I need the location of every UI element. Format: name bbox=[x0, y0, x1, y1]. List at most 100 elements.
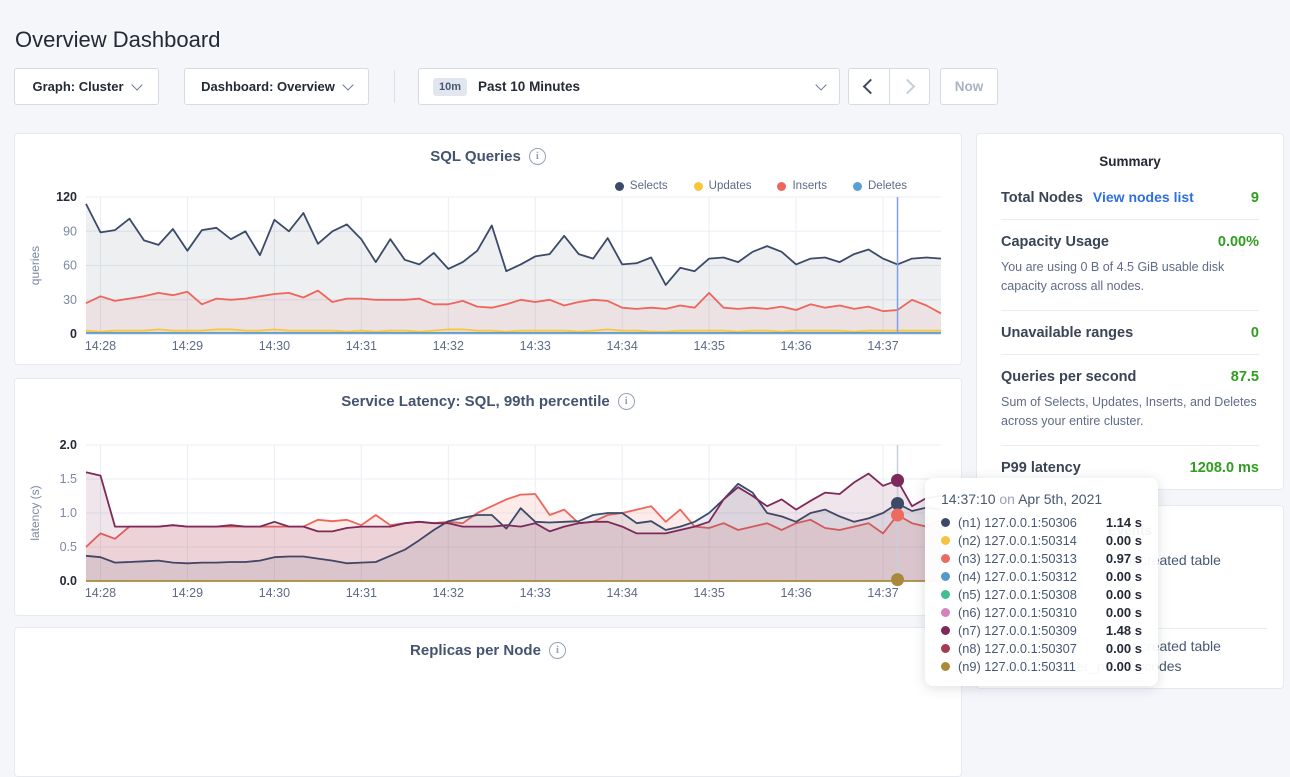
summary-item-value: 1208.0 ms bbox=[1190, 460, 1259, 476]
svg-text:14:36: 14:36 bbox=[780, 586, 811, 600]
view-nodes-list-link[interactable]: View nodes list bbox=[1093, 189, 1194, 205]
graph-dropdown[interactable]: Graph: Cluster bbox=[14, 68, 159, 105]
summary-item-value: 0.00% bbox=[1218, 234, 1259, 250]
tooltip-date: Apr 5th, 2021 bbox=[1018, 491, 1102, 507]
svg-text:14:35: 14:35 bbox=[693, 339, 724, 353]
svg-text:14:31: 14:31 bbox=[346, 586, 377, 600]
svg-text:14:37: 14:37 bbox=[867, 586, 898, 600]
series-dot-icon bbox=[941, 536, 950, 545]
tooltip-node-row: (n2) 127.0.0.1:50314 0.00 s bbox=[941, 531, 1142, 549]
summary-item-subtext: You are using 0 B of 4.5 GiB usable disk… bbox=[1001, 258, 1259, 297]
summary-item-label: P99 latency bbox=[1001, 460, 1081, 476]
service-latency-card: Service Latency: SQL, 99th percentile 14… bbox=[14, 378, 962, 616]
tooltip-timestamp: 14:37:10 on Apr 5th, 2021 bbox=[941, 491, 1142, 507]
next-time-button[interactable] bbox=[890, 69, 930, 104]
page-title: Overview Dashboard bbox=[15, 27, 220, 53]
time-pager bbox=[848, 68, 930, 105]
sql-queries-chart[interactable]: 14:2814:2914:3014:3114:3214:3314:3414:35… bbox=[15, 134, 963, 366]
chevron-down-icon bbox=[342, 79, 353, 90]
tooltip-node-row: (n8) 127.0.0.1:503070.00 s bbox=[941, 639, 1142, 657]
series-dot-icon bbox=[941, 644, 950, 653]
summary-item-value: 9 bbox=[1251, 190, 1259, 206]
svg-text:90: 90 bbox=[63, 224, 77, 238]
graph-dropdown-label: Graph: Cluster bbox=[32, 79, 123, 94]
tooltip-node-value: 0.00 s bbox=[1106, 659, 1142, 674]
svg-text:2.0: 2.0 bbox=[60, 438, 77, 452]
chevron-down-icon bbox=[815, 79, 826, 90]
summary-item-value: 87.5 bbox=[1231, 369, 1259, 385]
series-dot-icon bbox=[941, 608, 950, 617]
tooltip-node-value: 0.97 s bbox=[1106, 551, 1142, 566]
tooltip-node-value: 0.00 s bbox=[1106, 569, 1142, 584]
tooltip-node-label: (n8) 127.0.0.1:50307 bbox=[958, 641, 1077, 656]
svg-text:14:33: 14:33 bbox=[520, 586, 551, 600]
svg-text:60: 60 bbox=[63, 259, 77, 273]
summary-item-label: Total Nodes bbox=[1001, 190, 1083, 206]
svg-text:queries: queries bbox=[28, 246, 42, 285]
replicas-per-node-card: Replicas per Node bbox=[14, 627, 962, 777]
summary-panel: Summary Total Nodes View nodes list 9 Capac… bbox=[976, 133, 1284, 490]
summary-item-label: Unavailable ranges bbox=[1001, 325, 1133, 341]
chart-title: Replicas per Node bbox=[410, 642, 541, 659]
svg-text:14:35: 14:35 bbox=[693, 586, 724, 600]
now-button-label: Now bbox=[955, 79, 984, 94]
info-icon[interactable] bbox=[549, 642, 566, 659]
series-dot-icon bbox=[941, 662, 950, 671]
tooltip-node-row: (n5) 127.0.0.1:50308 0.00 s bbox=[941, 585, 1142, 603]
svg-text:14:29: 14:29 bbox=[172, 339, 203, 353]
tooltip-time: 14:37:10 bbox=[941, 491, 996, 507]
summary-item-label: Capacity Usage bbox=[1001, 234, 1109, 250]
overview-dashboard-page: Overview Dashboard Graph: Cluster Dashbo… bbox=[0, 0, 1290, 689]
service-latency-chart[interactable]: 14:2814:2914:3014:3114:3214:3314:3414:35… bbox=[15, 379, 963, 617]
time-range-badge: 10m bbox=[433, 78, 467, 96]
time-range-dropdown[interactable]: 10m Past 10 Minutes bbox=[418, 68, 840, 105]
summary-title: Summary bbox=[977, 154, 1283, 169]
summary-item: Total Nodes View nodes list 9 bbox=[1001, 175, 1259, 220]
svg-text:0.0: 0.0 bbox=[60, 574, 77, 588]
tooltip-node-label: (n7) 127.0.0.1:50309 bbox=[958, 623, 1077, 638]
tooltip-node-row: (n4) 127.0.0.1:50312 0.00 s bbox=[941, 567, 1142, 585]
svg-text:14:34: 14:34 bbox=[607, 339, 638, 353]
svg-text:14:36: 14:36 bbox=[780, 339, 811, 353]
svg-text:14:34: 14:34 bbox=[607, 586, 638, 600]
svg-text:14:29: 14:29 bbox=[172, 586, 203, 600]
series-dot-icon bbox=[941, 554, 950, 563]
tooltip-node-row: (n6) 127.0.0.1:50310 0.00 s bbox=[941, 603, 1142, 621]
summary-item: Capacity Usage 0.00% You are using 0 B of … bbox=[1001, 220, 1259, 311]
tooltip-node-label: (n4) 127.0.0.1:50312 bbox=[958, 569, 1077, 584]
tooltip-node-label: (n6) 127.0.0.1:50310 bbox=[958, 605, 1077, 620]
sql-queries-card: SQL Queries SelectsUpdatesInsertsDeletes… bbox=[14, 133, 962, 365]
tooltip-node-value: 0.00 s bbox=[1106, 533, 1142, 548]
tooltip-node-value: 1.48 s bbox=[1106, 623, 1142, 638]
tooltip-node-value: 0.00 s bbox=[1106, 587, 1142, 602]
chevron-right-icon bbox=[900, 79, 916, 95]
summary-item-subtext: Sum of Selects, Updates, Inserts, and De… bbox=[1001, 393, 1259, 432]
dashboard-dropdown[interactable]: Dashboard: Overview bbox=[184, 68, 369, 105]
tooltip-node-label: (n1) 127.0.0.1:50306 bbox=[958, 515, 1077, 530]
now-button[interactable]: Now bbox=[940, 68, 998, 105]
chevron-down-icon bbox=[131, 79, 142, 90]
svg-text:14:28: 14:28 bbox=[85, 586, 116, 600]
tooltip-node-value: 0.00 s bbox=[1106, 605, 1142, 620]
chevron-left-icon bbox=[862, 79, 878, 95]
summary-item-value: 0 bbox=[1251, 325, 1259, 341]
tooltip-node-label: (n2) 127.0.0.1:50314 bbox=[958, 533, 1077, 548]
series-dot-icon bbox=[941, 626, 950, 635]
svg-text:0.5: 0.5 bbox=[60, 540, 77, 554]
series-dot-icon bbox=[941, 518, 950, 527]
chart-hover-tooltip: 14:37:10 on Apr 5th, 2021 (n1) 127.0.0.1… bbox=[925, 478, 1158, 686]
dashboard-dropdown-label: Dashboard: Overview bbox=[201, 79, 335, 94]
series-dot-icon bbox=[941, 572, 950, 581]
tooltip-node-label: (n5) 127.0.0.1:50308 bbox=[958, 587, 1077, 602]
tooltip-node-value: 1.14 s bbox=[1106, 515, 1142, 530]
svg-text:30: 30 bbox=[63, 293, 77, 307]
toolbar-divider bbox=[394, 70, 395, 103]
time-range-label: Past 10 Minutes bbox=[478, 79, 580, 94]
svg-text:0: 0 bbox=[70, 327, 77, 341]
svg-text:14:31: 14:31 bbox=[346, 339, 377, 353]
svg-text:1.5: 1.5 bbox=[60, 472, 77, 486]
tooltip-node-row: (n3) 127.0.0.1:503130.97 s bbox=[941, 549, 1142, 567]
svg-text:14:32: 14:32 bbox=[433, 586, 464, 600]
prev-time-button[interactable] bbox=[849, 69, 890, 104]
svg-text:14:30: 14:30 bbox=[259, 339, 290, 353]
